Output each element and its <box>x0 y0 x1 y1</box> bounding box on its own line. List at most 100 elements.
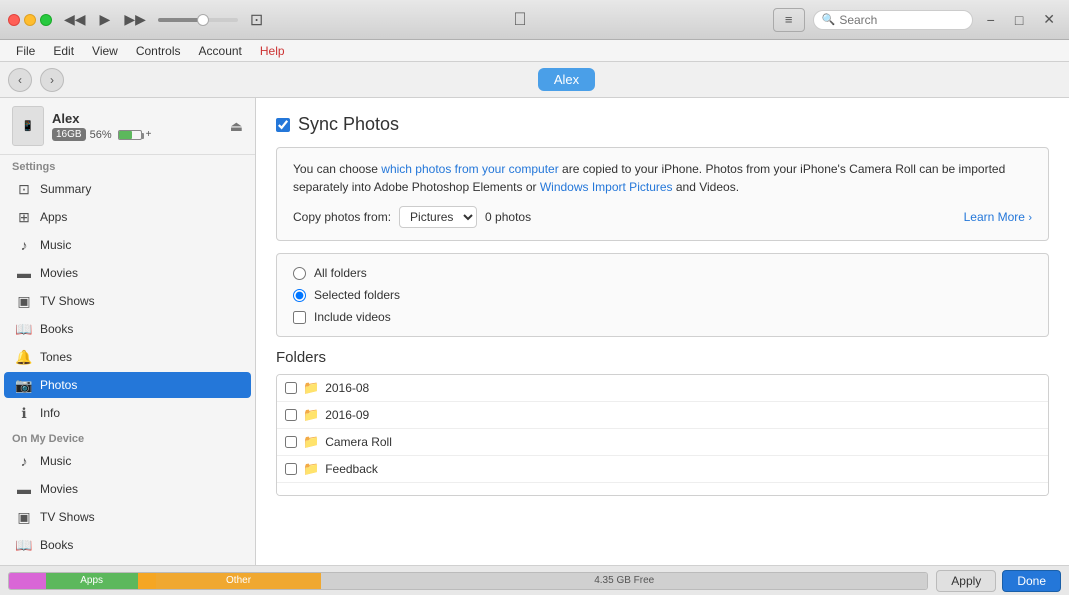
folder-name-2: Camera Roll <box>325 435 392 449</box>
selected-folders-row: Selected folders <box>293 288 1032 302</box>
device-icon: 📱 <box>12 106 44 146</box>
sidebar-item-label: Music <box>40 454 71 468</box>
sidebar-item-dev-tvshows[interactable]: ▣ TV Shows <box>4 504 251 530</box>
minimize-window-button[interactable] <box>24 14 36 26</box>
folder-item-2[interactable]: 📁 Camera Roll <box>277 429 1048 456</box>
folder-item-0[interactable]: 📁 2016-08 <box>277 375 1048 402</box>
device-info-section: 📱 Alex 16GB 56% + ⏏ <box>0 98 255 155</box>
info-text-part1: You can choose <box>293 162 381 176</box>
win-close-button[interactable]: ✕ <box>1037 9 1061 30</box>
device-name: Alex <box>52 111 222 126</box>
storage-seg-apps: Apps <box>46 573 138 589</box>
sidebar-item-label: Books <box>40 538 73 552</box>
device-button[interactable]: Alex <box>538 68 595 91</box>
volume-knob[interactable] <box>197 14 209 26</box>
menu-edit[interactable]: Edit <box>45 42 82 60</box>
folder-checkbox-2[interactable] <box>285 436 297 448</box>
storage-seg-pink <box>9 573 46 589</box>
apple-logo:  <box>513 9 527 30</box>
sidebar-item-photos[interactable]: 📷 Photos <box>4 372 251 398</box>
music-icon: ♪ <box>16 237 32 253</box>
info-box: You can choose which photos from your co… <box>276 147 1049 241</box>
include-videos-label: Include videos <box>314 310 391 324</box>
menu-help[interactable]: Help <box>252 42 293 60</box>
storage-bar: Apps Other 4.35 GB Free <box>8 572 928 590</box>
sidebar-item-label: Movies <box>40 482 78 496</box>
play-button[interactable]: ▶ <box>96 9 115 30</box>
search-icon: 🔍 <box>822 13 836 26</box>
folder-checkbox-0[interactable] <box>285 382 297 394</box>
learn-more-arrow-icon: › <box>1028 212 1032 224</box>
folder-checkbox-1[interactable] <box>285 409 297 421</box>
sync-photos-checkbox[interactable] <box>276 118 290 132</box>
photos-icon: 📷 <box>16 377 32 393</box>
list-view-button[interactable]: ≡ <box>773 8 805 32</box>
prev-button[interactable]: ◀◀ <box>60 9 90 30</box>
back-button[interactable]: ‹ <box>8 68 32 92</box>
all-folders-label: All folders <box>314 266 367 280</box>
sidebar-item-tvshows[interactable]: ▣ TV Shows <box>4 288 251 314</box>
folder-icon-2: 📁 <box>303 434 319 450</box>
forward-button[interactable]: › <box>40 68 64 92</box>
sidebar-item-label: Books <box>40 322 73 336</box>
sidebar: 📱 Alex 16GB 56% + ⏏ Settings ⊡ Summary <box>0 98 256 565</box>
win-minimize-button[interactable]: − <box>981 10 1001 30</box>
learn-more-link[interactable]: Learn More › <box>964 210 1032 224</box>
eject-button[interactable]: ⏏ <box>230 118 243 135</box>
folder-item-1[interactable]: 📁 2016-09 <box>277 402 1048 429</box>
status-bar: Apps Other 4.35 GB Free Apply Done <box>0 565 1069 595</box>
done-button[interactable]: Done <box>1002 570 1061 592</box>
sidebar-item-dev-books[interactable]: 📖 Books <box>4 532 251 558</box>
maximize-window-button[interactable] <box>40 14 52 26</box>
sidebar-item-books[interactable]: 📖 Books <box>4 316 251 342</box>
search-box[interactable]: 🔍 <box>813 10 973 30</box>
selected-folders-radio[interactable] <box>293 289 306 302</box>
search-input[interactable] <box>839 13 963 27</box>
volume-slider[interactable] <box>158 18 238 22</box>
sidebar-item-music[interactable]: ♪ Music <box>4 232 251 258</box>
menu-file[interactable]: File <box>8 42 43 60</box>
copy-from-label: Copy photos from: <box>293 210 391 224</box>
sidebar-item-dev-music[interactable]: ♪ Music <box>4 448 251 474</box>
copy-row: Copy photos from: Pictures 0 photos Lear… <box>293 206 1032 228</box>
tvshows-icon: ▣ <box>16 293 32 309</box>
all-folders-row: All folders <box>293 266 1032 280</box>
battery-plus-icon: + <box>146 129 152 140</box>
win-maximize-button[interactable]: □ <box>1009 10 1029 30</box>
sidebar-item-label: TV Shows <box>40 294 95 308</box>
storage-seg-free: 4.35 GB Free <box>321 573 927 589</box>
sidebar-item-summary[interactable]: ⊡ Summary <box>4 176 251 202</box>
menu-account[interactable]: Account <box>191 42 250 60</box>
books-icon: 📖 <box>16 321 32 337</box>
info-link-1[interactable]: which photos from your computer <box>381 162 558 176</box>
folder-checkbox-3[interactable] <box>285 463 297 475</box>
sidebar-item-dev-movies[interactable]: ▬ Movies <box>4 476 251 502</box>
content-area: Sync Photos You can choose which photos … <box>256 98 1069 565</box>
menu-view[interactable]: View <box>84 42 126 60</box>
include-videos-checkbox[interactable] <box>293 311 306 324</box>
sidebar-item-movies[interactable]: ▬ Movies <box>4 260 251 286</box>
info-link-2[interactable]: Windows Import Pictures <box>540 180 673 194</box>
sidebar-item-label: Apps <box>40 210 67 224</box>
sidebar-item-dev-audiobooks[interactable]: 🎧 Audiobooks <box>4 560 251 565</box>
airplay-button[interactable]: ⊡ <box>246 8 267 32</box>
folders-list[interactable]: 📁 2016-08 📁 2016-09 📁 Camera Roll 📁 Fee <box>277 375 1048 495</box>
all-folders-radio[interactable] <box>293 267 306 280</box>
dev-movies-icon: ▬ <box>16 481 32 497</box>
next-button[interactable]: ▶▶ <box>120 9 150 30</box>
battery-bar <box>118 130 142 140</box>
dev-books-icon: 📖 <box>16 537 32 553</box>
folder-icon-1: 📁 <box>303 407 319 423</box>
device-pct: 56% <box>90 129 112 141</box>
folder-item-3[interactable]: 📁 Feedback <box>277 456 1048 483</box>
dev-tvshows-icon: ▣ <box>16 509 32 525</box>
copy-from-select[interactable]: Pictures <box>399 206 477 228</box>
sidebar-item-tones[interactable]: 🔔 Tones <box>4 344 251 370</box>
sidebar-item-info[interactable]: ℹ Info <box>4 400 251 426</box>
apply-button[interactable]: Apply <box>936 570 996 592</box>
folder-name-3: Feedback <box>325 462 378 476</box>
menu-controls[interactable]: Controls <box>128 42 189 60</box>
sidebar-item-apps[interactable]: ⊞ Apps <box>4 204 251 230</box>
close-window-button[interactable] <box>8 14 20 26</box>
sidebar-item-label: Movies <box>40 266 78 280</box>
